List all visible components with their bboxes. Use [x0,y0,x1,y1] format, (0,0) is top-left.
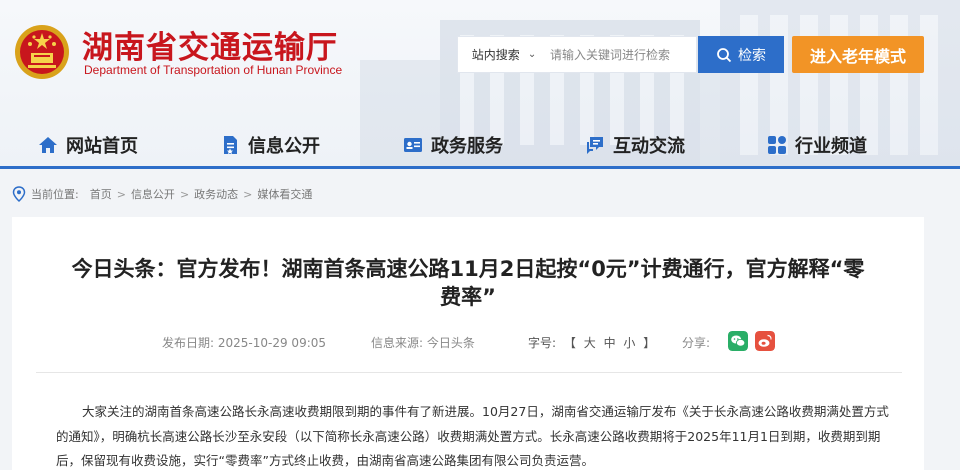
font-size-small[interactable]: 小 [623,336,635,350]
site-title: 湖南省交通运输厅 [82,30,338,66]
meta-divider [36,372,902,373]
site-subtitle: Department of Transportation of Hunan Pr… [84,63,343,77]
main-nav: 网站首页 信息公开 政务服务 互动交流 行业频道 [0,126,960,166]
chevron-down-icon: ⌄ [527,49,537,60]
nav-item-label: 网站首页 [66,136,138,157]
national-emblem-icon [15,25,69,79]
nav-item-services[interactable]: 政务服务 [403,132,503,158]
home-icon [39,137,57,153]
publish-date: 发布日期: 2025-10-29 09:05 [162,334,326,351]
share-label: 分享: [682,336,711,350]
location-pin-icon [12,186,26,202]
search-box: 站内搜索 ⌄ [457,36,697,73]
breadcrumb-separator: > [116,187,126,201]
search-button-label: 检索 [738,47,766,64]
nav-item-channels[interactable]: 行业频道 [767,132,867,158]
publish-date-label: 发布日期: [162,336,215,350]
article-card: 今日头条：官方发布！湖南首条高速公路11月2日起按“0元”计费通行，官方解释“零… [12,217,924,470]
search-scope-select[interactable]: 站内搜索 ⌄ [458,37,550,72]
search-scope-label: 站内搜索 [471,48,520,62]
nav-item-home[interactable]: 网站首页 [38,132,138,158]
search-icon [717,47,732,62]
breadcrumb-link-home[interactable]: 首页 [90,186,112,202]
breadcrumb-label: 当前位置: [31,188,79,201]
chat-icon [587,137,603,154]
font-size-large[interactable]: 大 [584,336,596,350]
elder-mode-button[interactable]: 进入老年模式 [792,36,924,73]
nav-item-label: 政务服务 [431,136,503,157]
weibo-icon[interactable] [755,331,775,351]
id-card-icon [404,138,422,152]
article-body: 大家关注的湖南首条高速公路长永高速收费期限到期的事件有了新进展。10月27日，湖… [56,404,889,468]
nav-item-label: 行业频道 [795,136,867,157]
nav-item-label: 互动交流 [613,136,685,157]
source-value: 今日头条 [426,336,475,350]
bracket-left: 【 [563,336,576,350]
search-button[interactable]: 检索 [698,36,784,73]
breadcrumb-link-news[interactable]: 政务动态 [194,186,238,202]
nav-item-label: 信息公开 [248,136,320,157]
breadcrumb-separator: > [179,187,190,201]
breadcrumb-link-media[interactable]: 媒体看交通 [257,186,312,202]
nav-underline [0,166,960,169]
breadcrumb: 当前位置: 首页 > 信息公开 > 政务动态 > 媒体看交通 [12,184,312,204]
search-input[interactable] [550,37,696,72]
source-label: 信息来源: [371,336,424,350]
article-source: 信息来源: 今日头条 [371,334,475,351]
document-icon [224,136,237,154]
wechat-icon[interactable] [728,331,748,351]
font-size-control: 字号: 【 大 中 小 】 [526,334,657,351]
breadcrumb-separator: > [243,187,253,201]
article-title: 今日头条：官方发布！湖南首条高速公路11月2日起按“0元”计费通行，官方解释“零… [71,257,865,309]
grid-icon [768,136,786,154]
nav-item-info[interactable]: 信息公开 [220,132,320,158]
nav-item-interaction[interactable]: 互动交流 [585,132,685,158]
breadcrumb-link-info[interactable]: 信息公开 [131,186,175,202]
font-size-medium[interactable]: 中 [604,336,616,350]
publish-date-value: 2025-10-29 09:05 [217,336,327,350]
font-size-label: 字号: [528,336,557,350]
bracket-right: 】 [643,336,656,350]
